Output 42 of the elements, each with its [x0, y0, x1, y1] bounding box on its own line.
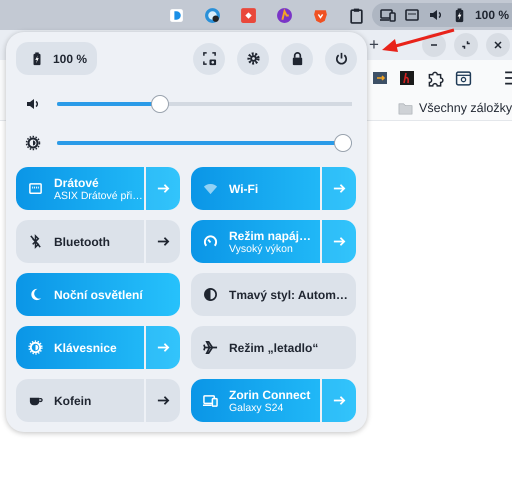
bookmark-folder[interactable]: Všechny záložky: [397, 100, 512, 116]
folder-icon: [397, 100, 414, 116]
slider-handle[interactable]: [334, 134, 352, 152]
extension-icon[interactable]: [399, 70, 415, 86]
new-tab-button[interactable]: +: [366, 35, 382, 55]
close-icon: [492, 39, 504, 51]
system-tray[interactable]: 100 %: [372, 3, 512, 27]
speaker-icon: [428, 7, 444, 23]
lock-button[interactable]: [281, 42, 313, 74]
devices-icon: [380, 7, 396, 23]
devices-icon: [203, 393, 218, 408]
bluetooth-off-icon: [28, 234, 43, 249]
settings-button[interactable]: [237, 42, 269, 74]
brightness-icon: [25, 134, 41, 150]
search-window-icon[interactable]: [455, 70, 472, 86]
power-button[interactable]: [325, 42, 357, 74]
toggle-button[interactable]: Tmavý styl: Autom…: [191, 273, 356, 316]
power-icon: [334, 51, 348, 66]
brightness-icon: [28, 340, 43, 355]
extension-icon[interactable]: [372, 70, 388, 86]
puzzle-icon[interactable]: [426, 69, 444, 87]
clipboard-icon[interactable]: [348, 6, 365, 24]
ethernet-icon: [28, 181, 43, 196]
settings-icon: [246, 51, 260, 66]
contrast-icon: [203, 287, 218, 302]
restore-button[interactable]: [454, 33, 478, 57]
airplane-icon: [203, 340, 218, 355]
gauge-icon: [203, 234, 218, 249]
slider-handle[interactable]: [151, 94, 170, 112]
screenshot-button[interactable]: [193, 42, 225, 74]
ethernet-icon: [404, 7, 420, 23]
globe-icon[interactable]: [204, 6, 221, 24]
screenshot-icon: [202, 51, 216, 66]
app-icon[interactable]: [276, 6, 293, 24]
battery-reading: 100 %: [474, 8, 509, 22]
close-button[interactable]: [486, 33, 510, 57]
wifi-icon: [203, 181, 218, 196]
restore-icon: [460, 39, 472, 51]
toggle-button[interactable]: Režim „letadlo“: [191, 326, 356, 369]
app-icon[interactable]: [168, 6, 185, 24]
app-icon[interactable]: [240, 6, 257, 24]
battery-button[interactable]: 100 %: [16, 42, 97, 75]
